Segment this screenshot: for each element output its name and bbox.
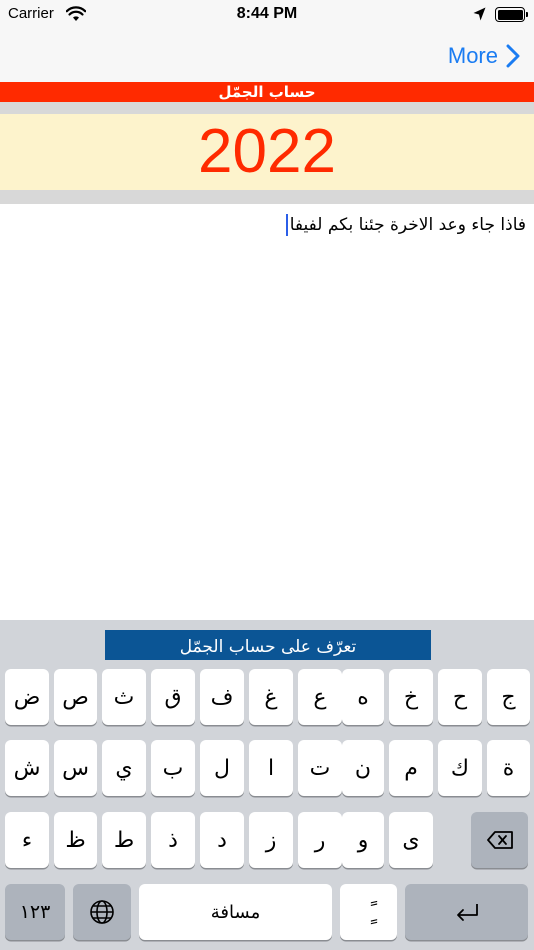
text-input-area[interactable]: فاذا جاء وعد الاخرة جئنا بكم لفيفا [0,204,534,620]
text-input-line: فاذا جاء وعد الاخرة جئنا بكم لفيفا [285,214,526,236]
key-hha[interactable]: ح [438,669,482,725]
key-hamza[interactable]: ء [5,812,49,868]
key-lam[interactable]: ل [200,740,244,796]
nav-bar: More [0,30,534,82]
numbers-key[interactable]: ١٢٣ [5,884,65,940]
delete-icon [486,831,513,849]
return-key[interactable] [405,884,528,940]
diacritic-key[interactable]: ًٍ [340,884,397,940]
return-icon [456,904,478,921]
key-ghain[interactable]: غ [249,669,293,725]
key-sheen[interactable]: ش [5,740,49,796]
key-kha[interactable]: خ [389,669,433,725]
divider [0,102,534,114]
key-sad[interactable]: ص [54,669,97,725]
key-ya[interactable]: ي [102,740,146,796]
location-arrow-icon [473,7,486,21]
key-ra[interactable]: ر [298,812,342,868]
result-display: 2022 [0,114,534,190]
key-kaf[interactable]: ك [438,740,482,796]
globe-icon [90,900,114,924]
chevron-right-icon [506,44,520,68]
key-ha[interactable]: ه [342,669,384,725]
keyboard: تعرّف على حساب الجمّل ض ص ث ق ف غ ع ه خ … [0,620,534,950]
key-tah[interactable]: ط [102,812,146,868]
key-dal[interactable]: د [200,812,244,868]
divider [0,190,534,204]
key-meem[interactable]: م [389,740,433,796]
more-button[interactable]: More [448,38,520,74]
key-dha[interactable]: ظ [54,812,97,868]
key-alif-maqsura[interactable]: ى [389,812,433,868]
key-ain[interactable]: ع [298,669,342,725]
delete-key[interactable] [471,812,528,868]
app-title: حساب الجمّل [0,82,534,102]
key-qaf[interactable]: ق [151,669,195,725]
key-fa[interactable]: ف [200,669,244,725]
key-ta-marbuta[interactable]: ة [487,740,530,796]
space-key[interactable]: مسافة [139,884,332,940]
key-ba[interactable]: ب [151,740,195,796]
key-alif[interactable]: ا [249,740,293,796]
learn-about-jummal-button[interactable]: تعرّف على حساب الجمّل [105,630,431,660]
key-tha[interactable]: ث [102,669,146,725]
text-caret [285,214,288,236]
key-seen[interactable]: س [54,740,97,796]
key-thal[interactable]: ذ [151,812,195,868]
more-label: More [447,43,498,68]
key-dad[interactable]: ض [5,669,49,725]
key-zay[interactable]: ز [249,812,293,868]
key-waw[interactable]: و [342,812,384,868]
key-jeem[interactable]: ج [487,669,530,725]
battery-icon [495,7,528,22]
key-ta[interactable]: ت [298,740,342,796]
clock: 8:44 PM [236,5,298,22]
key-noon[interactable]: ن [342,740,384,796]
status-bar: Carrier 8:44 PM [0,0,534,30]
globe-key[interactable] [73,884,131,940]
input-text: فاذا جاء وعد الاخرة جئنا بكم لفيفا [289,215,526,235]
